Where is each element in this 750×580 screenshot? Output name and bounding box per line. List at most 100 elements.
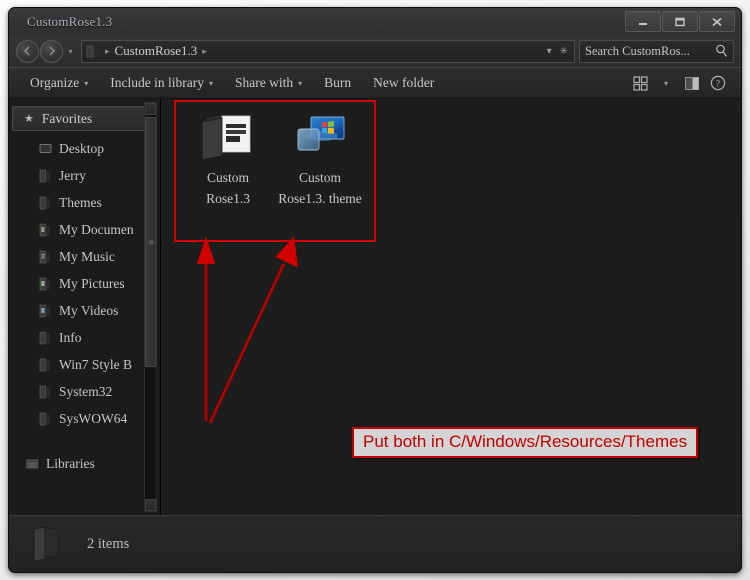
scrollbar-thumb[interactable] [145,117,156,367]
toolbar-item-share-with[interactable]: Share with ▾ [224,71,313,95]
chevron-down-icon: ▾ [663,78,668,88]
annotation-label: Put both in C/Windows/Resources/Themes [352,427,699,458]
file-list-pane[interactable]: Custom Rose1.3 Custom Rose1.3. theme Put… [161,99,741,515]
sidebar-item-my-documents[interactable]: My Documen [9,216,160,243]
sidebar-item-win7-style-b[interactable]: Win7 Style B [9,351,160,378]
history-dropdown-button[interactable]: ▾ [64,47,77,56]
explorer-body: ★ Favorites Desktop Jerry Themes My Docu… [9,99,741,515]
chevron-down-icon: ▾ [298,78,303,88]
maximize-button[interactable] [662,11,698,32]
maximize-icon [675,17,685,26]
toolbar-item-include-in-library[interactable]: Include in library ▾ [99,71,224,95]
title-bar: CustomRose1.3 [9,8,741,35]
toolbar-label: New folder [373,75,435,90]
pictures-folder-icon [39,277,50,290]
preview-pane-button[interactable] [679,71,705,95]
folder-with-documents-icon [201,113,251,160]
sidebar-item-label: Libraries [46,455,95,471]
minimize-button[interactable] [625,11,661,32]
toolbar-item-organize[interactable]: Organize ▾ [19,71,99,95]
breadcrumb-segment[interactable]: CustomRose1.3 [115,43,198,59]
sidebar-item-my-pictures[interactable]: My Pictures [9,270,160,297]
file-icon-wrap [200,108,256,160]
sidebar-header-label: Favorites [41,110,93,126]
toolbar-label: Burn [324,75,352,90]
sidebar-item-desktop[interactable]: Desktop [9,135,160,162]
address-dropdown-button[interactable]: ▾ [547,46,552,57]
scroll-down-button[interactable] [145,499,156,511]
toolbar-item-new-folder[interactable]: New folder [362,71,445,95]
breadcrumb-separator-1: ▸ [105,45,110,56]
windows-theme-icon [297,116,345,151]
window-title: CustomRose1.3 [27,13,113,29]
folder-icon [39,169,50,182]
forward-button[interactable] [40,39,63,63]
close-button[interactable] [699,11,735,32]
view-grid-button[interactable] [627,71,653,95]
help-icon: ? [710,75,726,91]
status-item-count: 2 items [87,535,130,552]
sidebar-item-themes[interactable]: Themes [9,189,160,216]
toolbar-label: Share with [234,75,294,90]
sidebar-item-info[interactable]: Info [9,324,160,351]
sidebar-header-favorites[interactable]: ★ Favorites [12,106,157,131]
sidebar-item-label: Jerry [59,167,86,183]
back-arrow-icon [23,46,30,56]
search-box[interactable]: Search CustomRos... [579,39,734,63]
back-button[interactable] [16,39,39,63]
star-icon: ★ [24,113,34,125]
refresh-button[interactable]: ✳ [560,46,568,57]
breadcrumb-separator-2[interactable]: ▸ [202,46,207,57]
sidebar-item-jerry[interactable]: Jerry [9,162,160,189]
window-controls [625,11,735,32]
sidebar-item-label: My Music [59,248,115,264]
minimize-icon [639,22,647,25]
folder-icon [39,331,50,344]
sidebar-scrollbar[interactable] [144,102,157,512]
close-icon [712,17,722,26]
forward-arrow-icon [49,46,56,56]
sidebar-item-system32[interactable]: System32 [9,378,160,405]
libraries-icon [26,459,39,468]
sidebar-item-label: SysWOW64 [59,410,128,426]
command-toolbar: Organize ▾ Include in library ▾ Share wi… [9,67,741,99]
view-grid-icon [632,75,648,91]
chevron-down-icon: ▾ [84,78,89,88]
folder-icon [39,196,50,209]
music-folder-icon [39,250,50,263]
folder-icon [39,358,50,371]
help-button[interactable]: ? [705,71,731,95]
sidebar-item-my-music[interactable]: My Music [9,243,160,270]
toolbar-label: Organize [30,75,80,90]
sidebar-item-label: Info [59,329,82,345]
sidebar-item-my-videos[interactable]: My Videos [9,297,160,324]
address-bar-actions: ▾ ✳ [547,46,570,57]
file-icon-wrap [292,108,348,160]
file-item-theme[interactable]: Custom Rose1.3. theme [278,108,362,209]
sidebar-item-label: My Documen [59,221,134,237]
chevron-down-icon: ▾ [208,78,213,88]
breadcrumb[interactable]: ▸ CustomRose1.3 ▸ ▾ ✳ [81,39,575,63]
sidebar-item-label: System32 [59,383,113,399]
file-name: Custom Rose1.3 [206,170,250,206]
file-name: Custom Rose1.3. theme [278,170,362,206]
folder-icon [39,385,50,398]
toolbar-item-burn[interactable]: Burn [313,71,362,95]
sidebar-item-syswow64[interactable]: SysWOW64 [9,405,160,432]
search-icon [716,44,727,57]
explorer-window: CustomRose1.3 ▾ ▸ CustomRose1.3 ▸ ▾ ✳ Se… [8,7,742,573]
sidebar-item-label: Win7 Style B [59,356,132,372]
sidebar-item-libraries[interactable]: Libraries [9,450,160,477]
svg-text:?: ? [716,79,720,89]
screenshot-root: CustomRose1.3 ▾ ▸ CustomRose1.3 ▸ ▾ ✳ Se… [0,0,750,580]
view-dropdown-button[interactable]: ▾ [653,71,679,95]
sidebar-item-label: Desktop [59,140,104,156]
scroll-up-button[interactable] [145,103,156,115]
folder-icon [86,45,98,57]
search-input[interactable]: Search CustomRos... [585,44,715,59]
address-bar-row: ▾ ▸ CustomRose1.3 ▸ ▾ ✳ Search CustomRos… [9,35,741,67]
file-item-folder[interactable]: Custom Rose1.3 [186,108,270,209]
toolbar-label: Include in library [110,75,204,90]
sidebar-item-label: My Pictures [59,275,125,291]
folder-icon [33,526,59,562]
